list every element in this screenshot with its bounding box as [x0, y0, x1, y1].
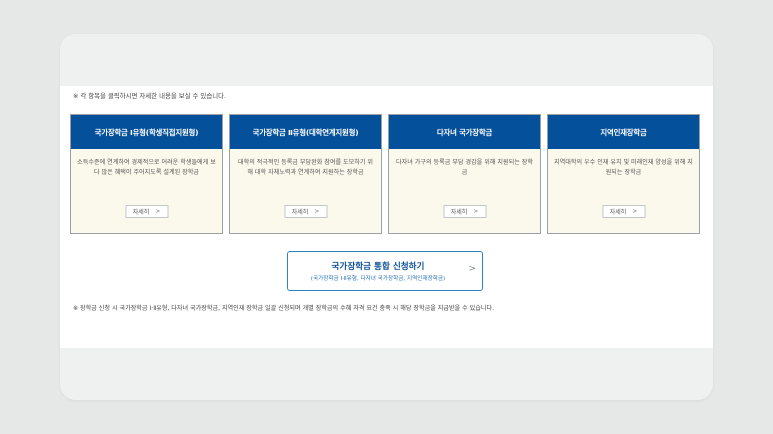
apply-title: 국가장학금 통합 신청하기	[331, 262, 425, 272]
detail-button-label: 자세히	[450, 209, 468, 216]
chevron-right-icon: >	[155, 208, 161, 215]
chevron-right-icon: >	[314, 208, 320, 215]
detail-button[interactable]: 자세히 >	[284, 205, 327, 218]
detail-button-label: 자세히	[609, 209, 627, 216]
detail-button-label: 자세히	[291, 209, 309, 216]
detail-button[interactable]: 자세히 >	[125, 205, 168, 218]
card-type2[interactable]: 국가장학금 Ⅱ유형(대학연계지원형) 대학의 적극적인 등록금 부담완화 참여를…	[229, 114, 382, 234]
card-title: 국가장학금 Ⅰ유형(학생직접지원형)	[71, 115, 222, 149]
card-description: 지역대학의 우수 인재 유치 및 미래인재 양성을 위해 지원되는 장학금	[554, 159, 693, 176]
notice-top: ※ 각 항목을 클릭하시면 자세한 내용을 보실 수 있습니다.	[73, 92, 226, 100]
detail-button[interactable]: 자세히 >	[602, 205, 645, 218]
card-description: 소득수준에 연계하여 경제적으로 어려운 학생들에게 보다 많은 혜택이 주어지…	[77, 159, 216, 176]
card-regional[interactable]: 지역인재장학금 지역대학의 우수 인재 유치 및 미래인재 양성을 위해 지원되…	[547, 114, 700, 234]
integrated-apply-button[interactable]: 국가장학금 통합 신청하기 (국가장학금 Ⅰ·Ⅱ유형, 다자녀 국가장학금, 지…	[287, 251, 483, 291]
chevron-right-icon: >	[473, 208, 479, 215]
card-title: 지역인재장학금	[548, 115, 699, 149]
top-band	[60, 34, 713, 86]
apply-subtitle: (국가장학금 Ⅰ·Ⅱ유형, 다자녀 국가장학금, 지역인재장학금)	[310, 276, 446, 282]
detail-button-label: 자세히	[132, 209, 150, 216]
card-type1[interactable]: 국가장학금 Ⅰ유형(학생직접지원형) 소득수준에 연계하여 경제적으로 어려운 …	[70, 114, 223, 234]
bottom-band	[60, 348, 713, 400]
detail-button[interactable]: 자세히 >	[443, 205, 486, 218]
notice-bottom: ※ 장학금 신청 시 국가장학금 Ⅰ·Ⅱ유형, 다자녀 국가장학금, 지역인재 …	[73, 305, 495, 312]
card-title: 다자녀 국가장학금	[389, 115, 540, 149]
card-description: 대학의 적극적인 등록금 부담완화 참여를 도모하기 위해 대학 자체노력과 연…	[238, 159, 373, 176]
scholarship-panel: ※ 각 항목을 클릭하시면 자세한 내용을 보실 수 있습니다. 국가장학금 Ⅰ…	[60, 86, 713, 348]
card-multichild[interactable]: 다자녀 국가장학금 다자녀 가구의 등록금 부담 경감을 위해 지원되는 장학금…	[388, 114, 541, 234]
chevron-right-icon: >	[468, 264, 476, 274]
screen-frame: ※ 각 항목을 클릭하시면 자세한 내용을 보실 수 있습니다. 국가장학금 Ⅰ…	[60, 34, 713, 400]
card-title: 국가장학금 Ⅱ유형(대학연계지원형)	[230, 115, 381, 149]
chevron-right-icon: >	[632, 208, 638, 215]
card-description: 다자녀 가구의 등록금 부담 경감을 위해 지원되는 장학금	[396, 159, 533, 176]
